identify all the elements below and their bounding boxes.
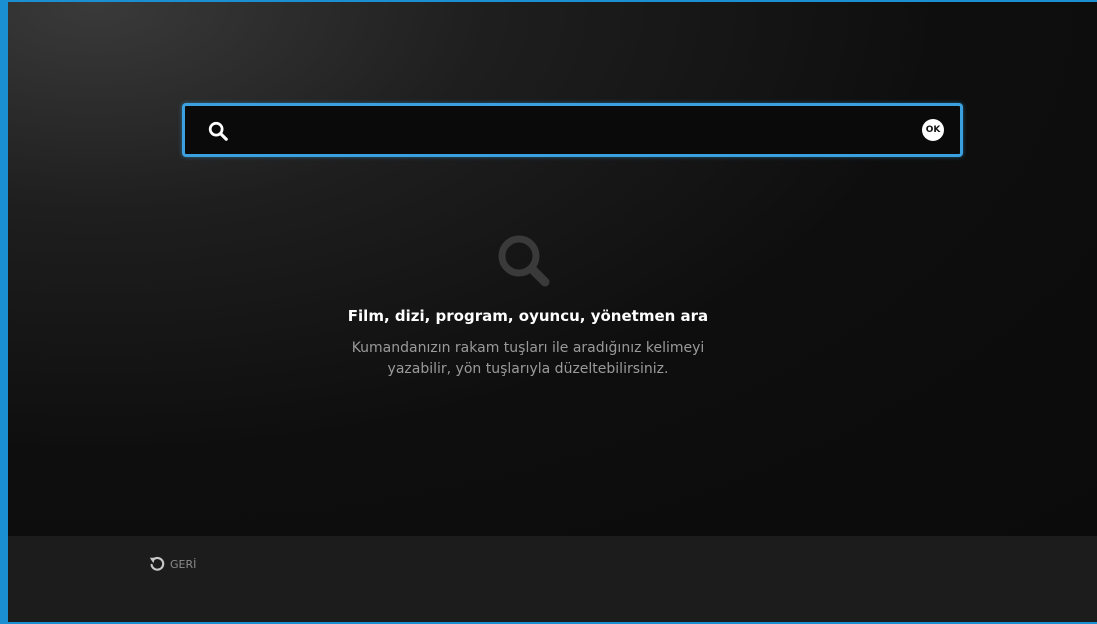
hint-description: Kumandanızın rakam tuşları ile aradığını…: [8, 338, 1048, 380]
search-icon: [208, 121, 228, 141]
search-bar[interactable]: OK: [182, 103, 963, 157]
hint-title: Film, dizi, program, oyuncu, yönetmen ar…: [347, 307, 709, 325]
footer-bar: GERİ: [8, 536, 1097, 622]
hint-line-1: Kumandanızın rakam tuşları ile aradığını…: [351, 340, 705, 356]
search-hint-icon: [498, 235, 550, 287]
back-button[interactable]: GERİ: [148, 554, 196, 574]
hint-line-2: yazabilir, yön tuşlarıyla düzeltebilirsi…: [387, 361, 669, 377]
back-arrow-icon: [149, 556, 165, 571]
ok-badge-icon[interactable]: OK: [922, 119, 944, 141]
tv-screen: OK Film, dizi, program, oyuncu, yönetmen…: [8, 2, 1097, 622]
search-input[interactable]: [241, 114, 895, 148]
back-label: GERİ: [170, 557, 197, 571]
search-page: OK Film, dizi, program, oyuncu, yönetmen…: [8, 2, 1097, 536]
